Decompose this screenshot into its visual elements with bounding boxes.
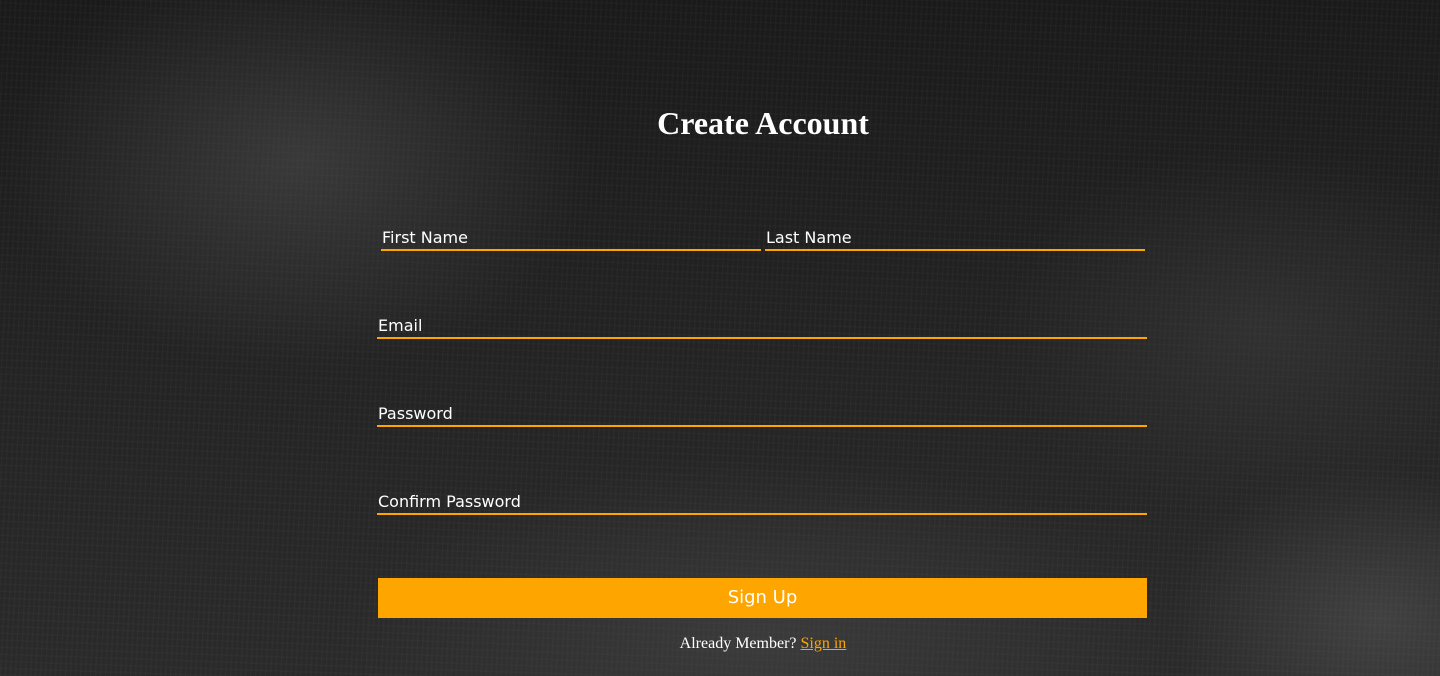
last-name-field-container <box>765 225 1145 251</box>
password-input[interactable] <box>377 401 1147 425</box>
confirm-password-input[interactable] <box>377 489 1147 513</box>
sign-in-link[interactable]: Sign in <box>801 635 847 652</box>
email-input[interactable] <box>377 313 1147 337</box>
email-field-container <box>377 313 1147 339</box>
first-name-field-container <box>381 225 761 251</box>
sign-up-button[interactable]: Sign Up <box>378 578 1147 618</box>
password-field-container <box>377 401 1147 427</box>
already-member-text: Already Member? <box>679 635 797 652</box>
confirm-password-field-container <box>377 489 1147 515</box>
last-name-input[interactable] <box>765 225 1145 249</box>
page-title: Create Account <box>657 105 869 141</box>
first-name-input[interactable] <box>381 225 761 249</box>
already-member-row: Already Member? Sign in <box>0 634 1440 654</box>
